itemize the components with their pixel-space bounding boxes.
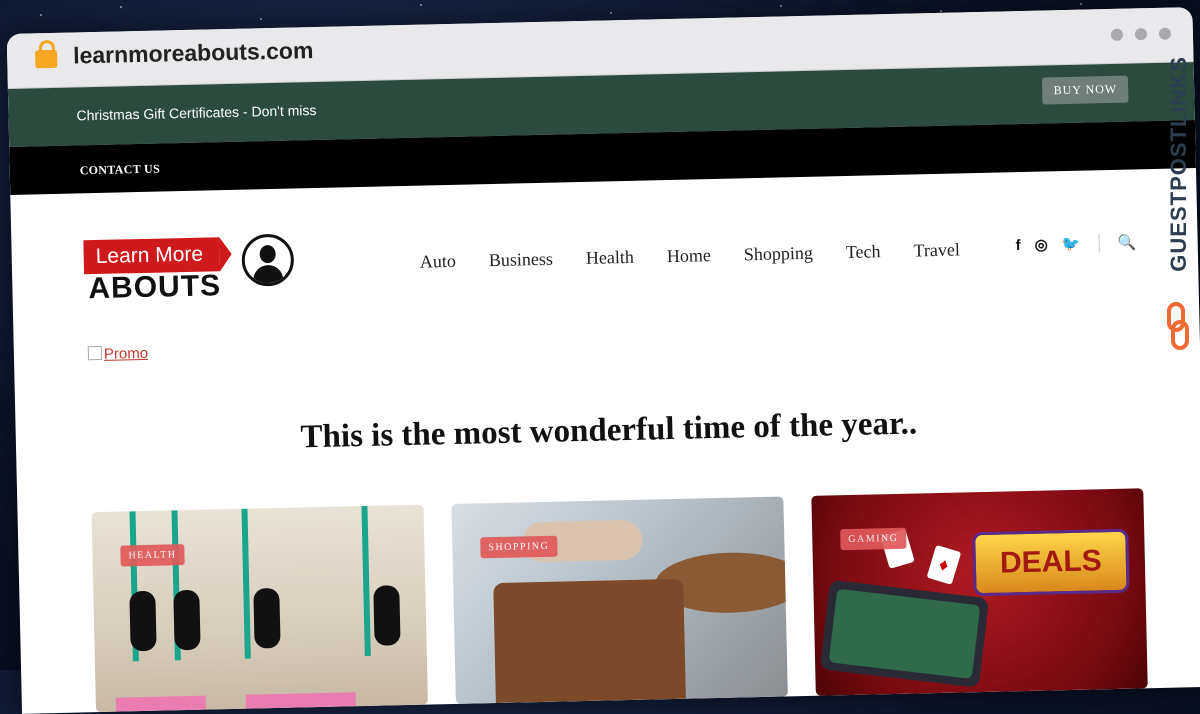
twitter-icon[interactable]: 🐦	[1062, 235, 1081, 253]
nav-item-auto[interactable]: Auto	[420, 251, 456, 273]
post-card-shopping[interactable]: SHOPPING	[451, 496, 788, 704]
nav-item-shopping[interactable]: Shopping	[744, 243, 813, 266]
post-cards: HEALTH SHOPPING ♦ DEALS GAMING	[91, 488, 1148, 713]
nav-item-travel[interactable]: Travel	[913, 239, 960, 261]
category-badge[interactable]: HEALTH	[120, 544, 185, 567]
site-header: Learn More ABOUTS Auto Business Health H…	[10, 168, 1199, 335]
nav-item-tech[interactable]: Tech	[846, 241, 881, 263]
chain-link-icon	[1167, 302, 1189, 350]
announcement-text: Christmas Gift Certificates - Don't miss	[76, 101, 317, 124]
watermark-text: GUESTPOSTLINKS	[1166, 56, 1191, 272]
post-card-health[interactable]: HEALTH	[91, 504, 428, 713]
buy-now-button[interactable]: BUY NOW	[1042, 75, 1129, 105]
facebook-icon[interactable]: f	[1015, 237, 1020, 254]
guestpostlinks-watermark: GUESTPOSTLINKS	[1164, 56, 1194, 356]
page-headline: This is the most wonderful time of the y…	[300, 405, 918, 456]
main-nav: Auto Business Health Home Shopping Tech …	[420, 239, 960, 272]
divider	[1098, 234, 1100, 253]
nav-item-home[interactable]: Home	[667, 245, 711, 267]
social-links: f ◎ 🐦 🔍	[1015, 233, 1136, 254]
site-logo[interactable]: Learn More ABOUTS	[83, 233, 305, 308]
promo-image-link[interactable]: Promo	[88, 345, 149, 363]
category-badge[interactable]: GAMING	[840, 527, 907, 551]
window-dot-icon[interactable]	[1158, 27, 1172, 40]
logo-abouts: ABOUTS	[88, 269, 222, 306]
window-dot-icon[interactable]	[1110, 28, 1124, 41]
lock-icon	[35, 49, 58, 69]
window-dot-icon[interactable]	[1134, 28, 1148, 41]
avatar-icon	[241, 233, 295, 287]
nav-item-health[interactable]: Health	[586, 247, 634, 269]
deals-banner: DEALS	[972, 528, 1130, 597]
window-controls	[1110, 27, 1172, 41]
contact-us-link[interactable]: CONTACT US	[80, 162, 161, 179]
post-card-gaming[interactable]: ♦ DEALS GAMING	[811, 488, 1148, 696]
search-icon[interactable]: 🔍	[1117, 233, 1136, 251]
category-badge[interactable]: SHOPPING	[480, 535, 558, 559]
instagram-icon[interactable]: ◎	[1034, 235, 1047, 253]
browser-window: learnmoreabouts.com Christmas Gift Certi…	[6, 7, 1200, 714]
nav-item-business[interactable]: Business	[489, 249, 553, 271]
address-bar-url[interactable]: learnmoreabouts.com	[73, 37, 314, 69]
